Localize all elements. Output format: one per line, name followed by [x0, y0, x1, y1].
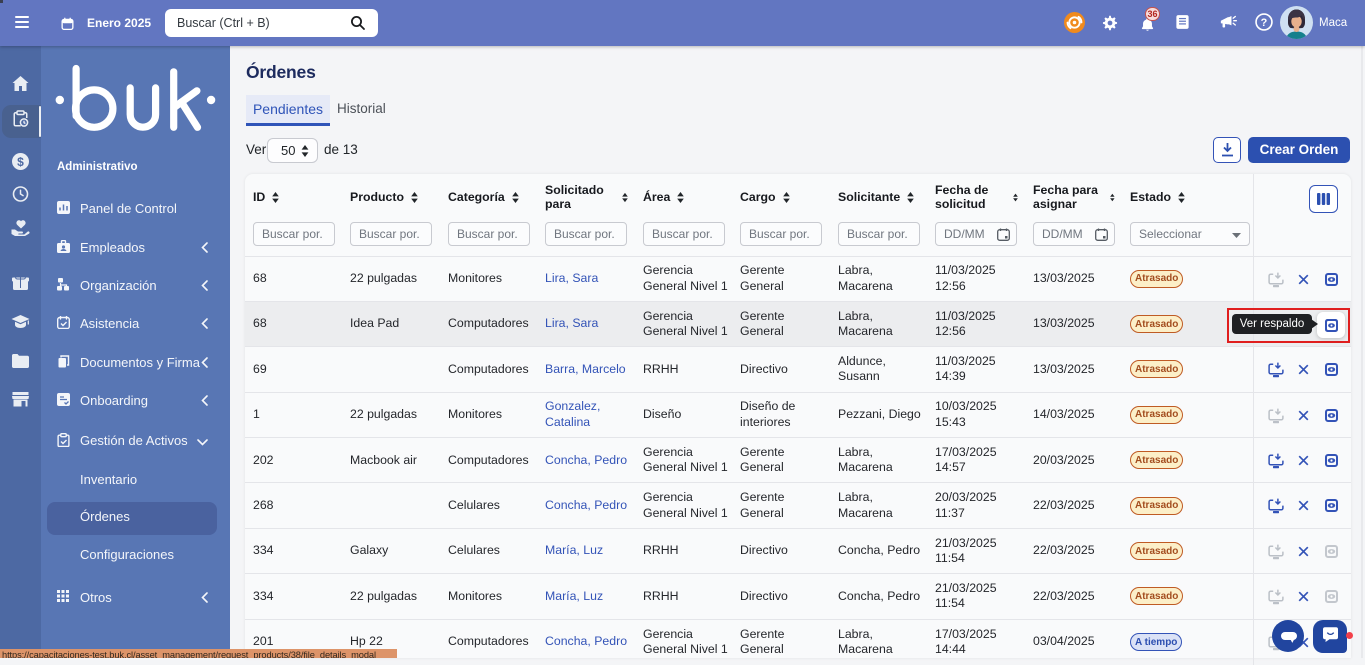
svg-text:?: ?: [1261, 17, 1268, 29]
svg-text:$: $: [17, 155, 24, 169]
